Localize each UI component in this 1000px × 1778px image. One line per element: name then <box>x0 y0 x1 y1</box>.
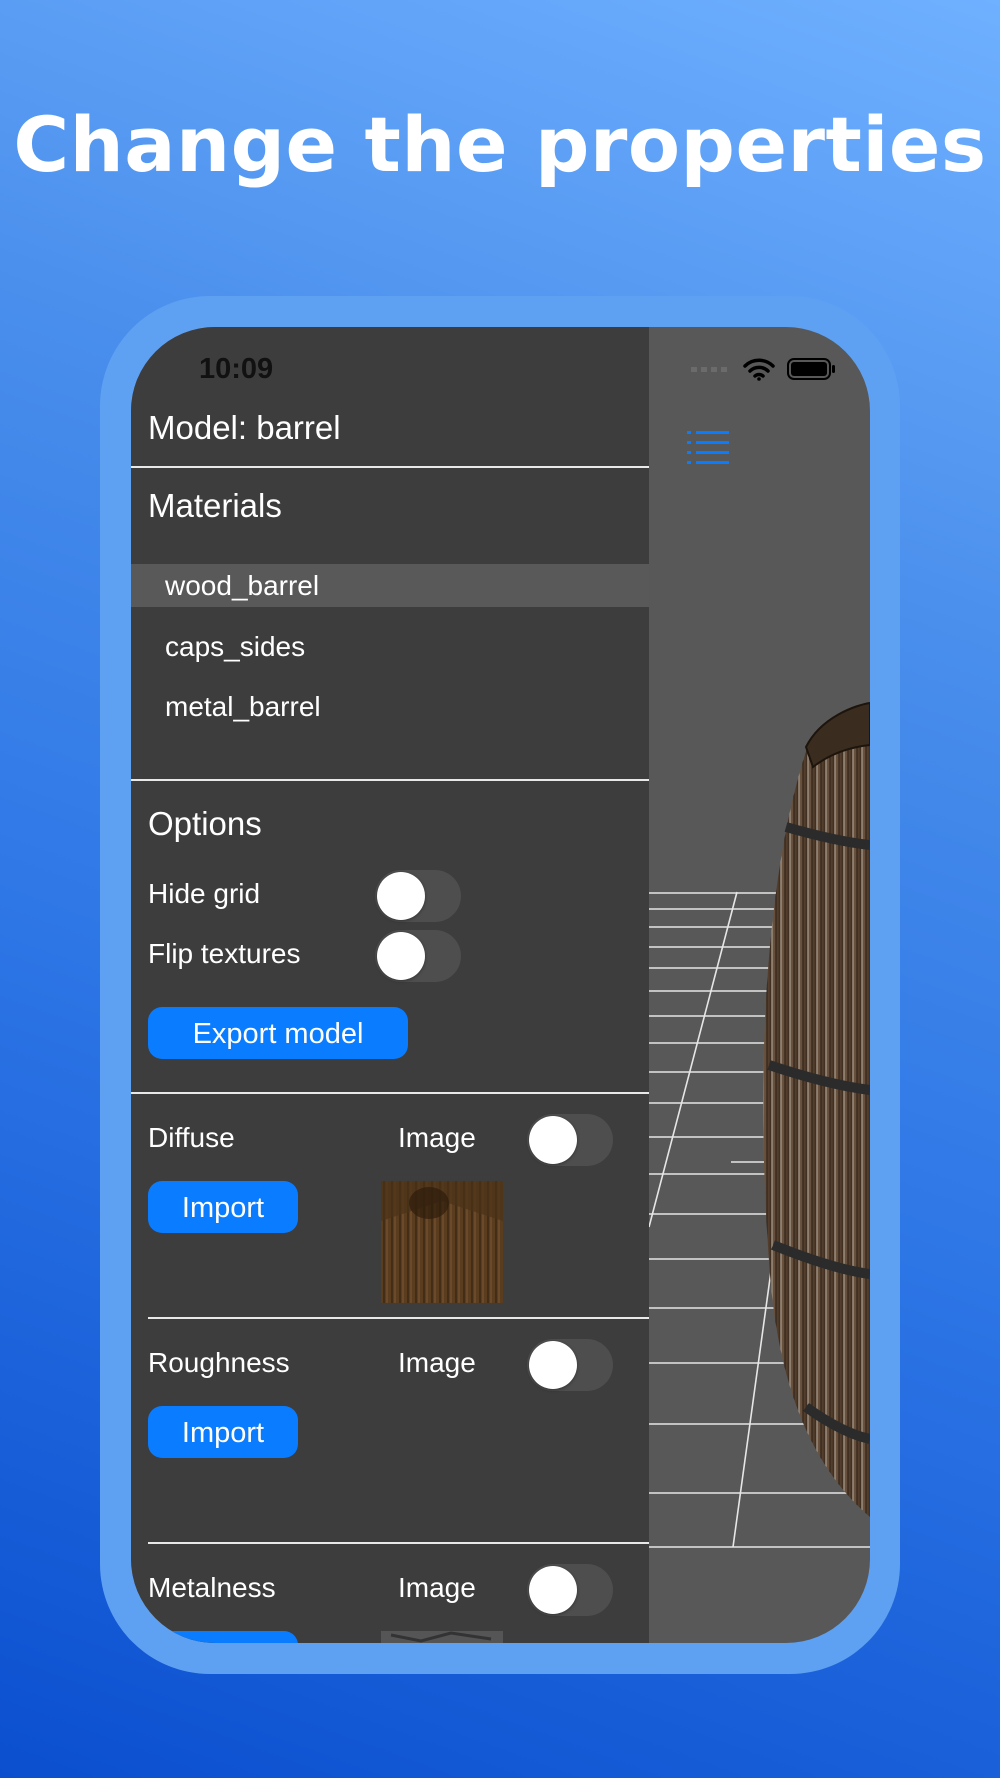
roughness-label: Roughness <box>148 1347 290 1378</box>
hide-grid-label: Hide grid <box>148 878 261 909</box>
model-title: Model: barrel <box>148 409 341 446</box>
diffuse-import-button[interactable]: Import <box>148 1181 298 1233</box>
hide-grid-toggle[interactable] <box>375 870 461 922</box>
metalness-import-button[interactable]: Import <box>148 1631 298 1643</box>
divider <box>131 779 649 781</box>
metalness-label: Metalness <box>148 1572 276 1603</box>
status-indicators <box>691 357 837 381</box>
toggle-knob <box>377 872 425 920</box>
divider <box>131 466 649 468</box>
toggle-knob <box>529 1341 577 1389</box>
toggle-knob <box>529 1566 577 1614</box>
wifi-icon <box>743 358 775 381</box>
list-icon[interactable] <box>687 427 729 465</box>
material-item-wood-barrel[interactable]: wood_barrel <box>131 564 649 607</box>
roughness-import-button[interactable]: Import <box>148 1406 298 1458</box>
options-heading: Options <box>148 805 262 842</box>
material-item-metal-barrel[interactable]: metal_barrel <box>131 685 649 728</box>
toggle-knob <box>377 932 425 980</box>
diffuse-image-label: Image <box>398 1122 476 1153</box>
toggle-knob <box>529 1116 577 1164</box>
diffuse-texture-thumbnail <box>381 1181 503 1303</box>
flip-textures-label: Flip textures <box>148 938 301 969</box>
flip-textures-toggle[interactable] <box>375 930 461 982</box>
materials-heading: Materials <box>148 487 282 524</box>
divider <box>131 1092 649 1094</box>
divider <box>148 1317 649 1319</box>
battery-icon <box>787 358 835 380</box>
roughness-image-label: Image <box>398 1347 476 1378</box>
material-item-caps-sides[interactable]: caps_sides <box>131 625 649 668</box>
properties-sidebar: 10:09 Model: barrel Materials wood_barre… <box>131 327 649 1643</box>
export-model-button[interactable]: Export model <box>148 1007 408 1059</box>
headline: Change the properties <box>13 100 987 189</box>
status-time: 10:09 <box>199 353 274 385</box>
diffuse-image-toggle[interactable] <box>527 1114 613 1166</box>
barrel-model <box>763 701 870 1517</box>
metalness-texture-thumbnail <box>381 1631 503 1643</box>
device-screen: 10:09 Model: barrel Materials wood_barre… <box>131 327 870 1643</box>
metalness-image-label: Image <box>398 1572 476 1603</box>
roughness-image-toggle[interactable] <box>527 1339 613 1391</box>
cellular-signal-icon <box>691 367 727 372</box>
diffuse-label: Diffuse <box>148 1122 235 1153</box>
metalness-image-toggle[interactable] <box>527 1564 613 1616</box>
divider <box>148 1542 649 1544</box>
